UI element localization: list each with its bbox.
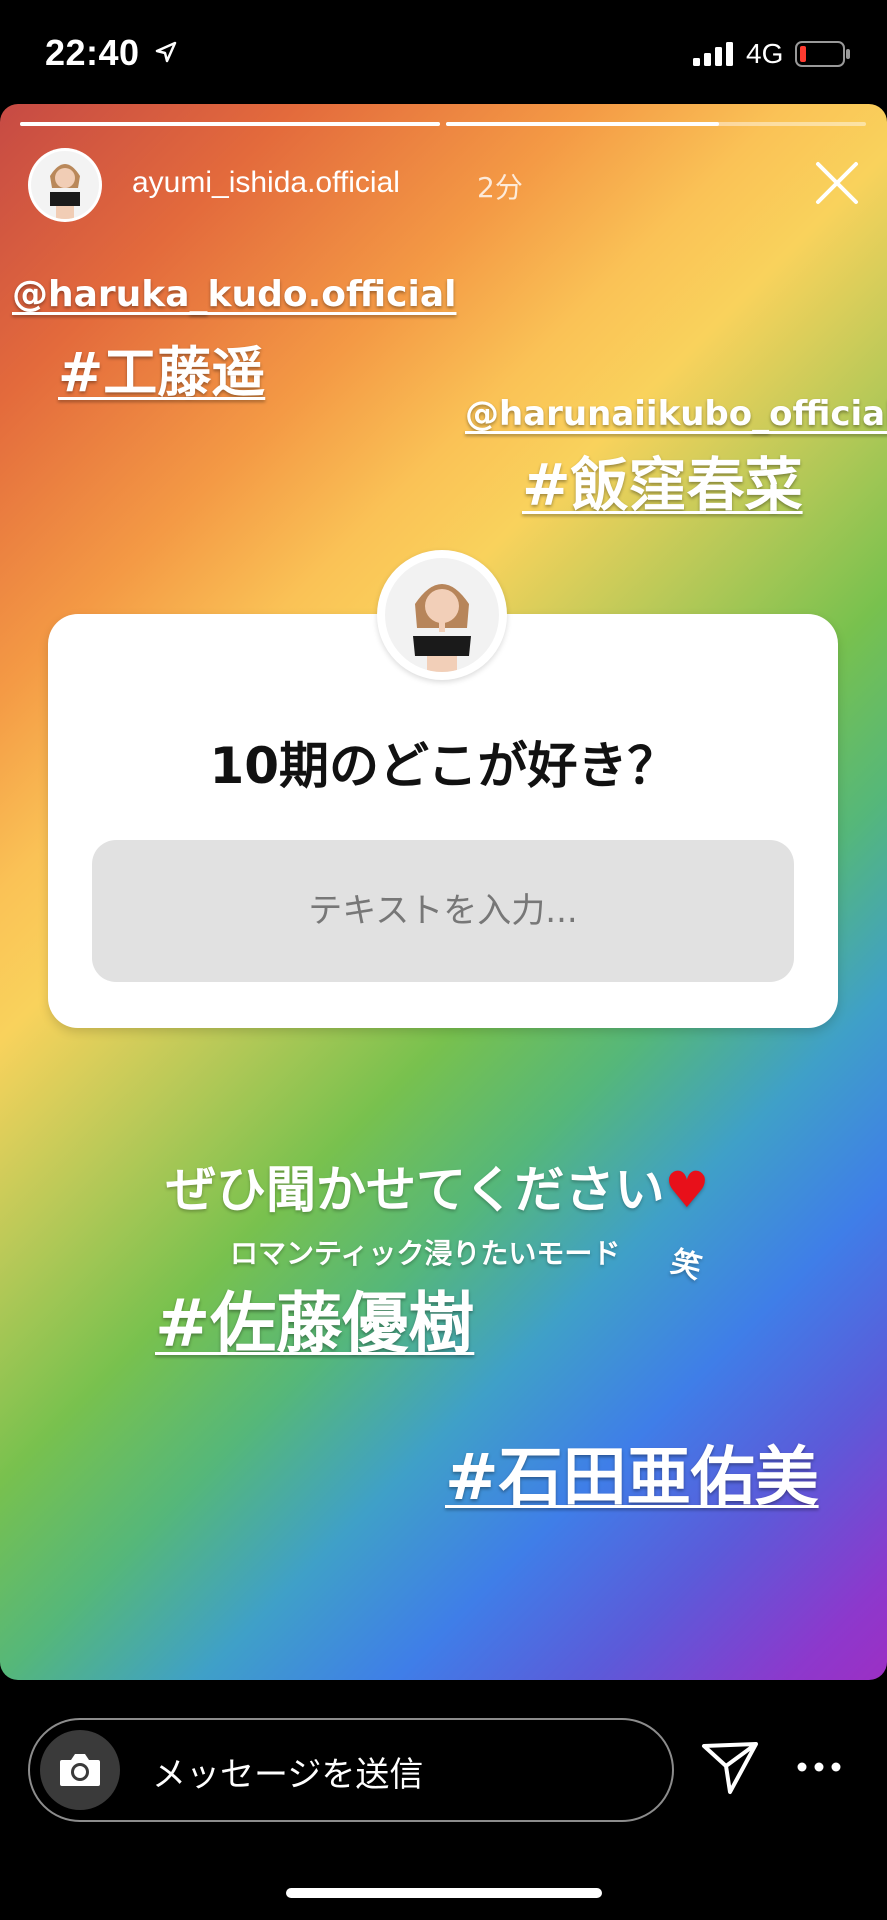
close-icon[interactable] <box>814 160 860 206</box>
hashtag-sticker-ishida[interactable]: #石田亜佑美 <box>445 1426 819 1518</box>
hashtag-sticker-iikubo[interactable]: #飯窪春菜 <box>522 438 803 522</box>
post-time: 2分 <box>477 171 523 204</box>
story-viewer[interactable]: ayumi_ishida.official 2分 @haruka_kudo.of… <box>0 104 887 1680</box>
caption-main: ぜひ聞かせてください♥ <box>166 1150 709 1222</box>
more-horizontal-icon[interactable] <box>797 1762 841 1772</box>
signal-icon <box>693 42 733 66</box>
home-indicator[interactable] <box>286 1888 602 1898</box>
status-time: 22:40 <box>45 32 140 73</box>
caption-sub: ロマンティック浸りたいモード <box>230 1237 621 1270</box>
story-progress-segment-1 <box>20 122 440 126</box>
caption-main-text: ぜひ聞かせてください <box>166 1161 665 1219</box>
mention-sticker-haruka[interactable]: @haruka_kudo.official <box>12 274 456 315</box>
hashtag-sticker-sato[interactable]: #佐藤優樹 <box>155 1270 474 1366</box>
question-sticker-avatar <box>377 550 507 680</box>
caption-laugh: 笑 <box>667 1244 706 1287</box>
network-type: 4G <box>746 38 784 69</box>
question-text: 10期のどこが好き？ <box>209 737 678 795</box>
hashtag-sticker-kudo[interactable]: #工藤遥 <box>58 328 265 407</box>
camera-icon <box>60 1754 100 1786</box>
paper-plane-icon[interactable] <box>700 1738 760 1796</box>
status-bar: 22:40 4G <box>0 0 887 104</box>
camera-button[interactable] <box>40 1730 120 1810</box>
story-progress-segment-2 <box>446 122 866 126</box>
author-avatar[interactable] <box>28 148 102 222</box>
heart-icon: ♥ <box>664 1161 710 1219</box>
battery-icon <box>795 41 850 67</box>
mention-sticker-haruna[interactable]: @harunaiikubo_official <box>465 394 887 434</box>
author-username[interactable]: ayumi_ishida.official <box>132 166 400 200</box>
location-arrow-icon <box>155 41 177 63</box>
message-placeholder[interactable]: メッセージを送信 <box>152 1747 423 1796</box>
question-answer-input[interactable]: テキストを入力... <box>92 840 794 982</box>
